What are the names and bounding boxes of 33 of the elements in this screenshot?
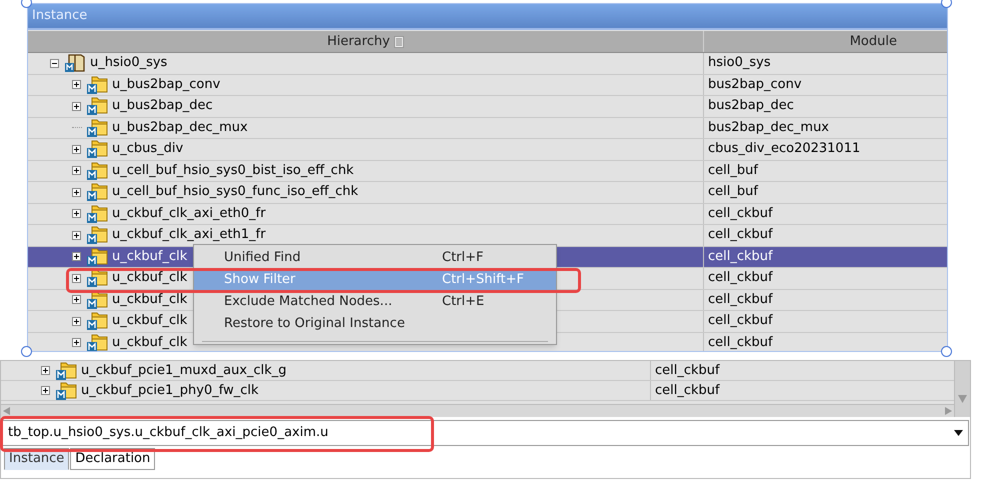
instance-name: u_bus2bap_dec_mux [112,120,248,135]
instance-name: u_ckbuf_pcie1_phy0_fw_clk [81,382,258,400]
module-name: cell_buf [707,162,760,180]
instance-name: u_ckbuf_clk [112,336,188,350]
module-name: bus2bap_dec_mux [707,118,830,137]
instance-name: u_hsio0_sys [90,56,168,70]
panel-title: Instance [32,7,88,26]
instance-name: u_ckbuf_clk_axi_eth1_fr [112,228,266,242]
module-name: hsio0_sys [707,54,772,72]
instance-name: u_ckbuf_clk [112,250,188,264]
module-name: cell_ckbuf [654,362,721,380]
module-name: bus2bap_conv [707,76,803,94]
module-name: cell_ckbuf [707,204,774,223]
module-name: bus2bap_dec [707,97,795,116]
instance-name: u_cbus_div [112,142,184,156]
module-name: cell_ckbuf [707,269,774,288]
module-name: cell_ckbuf [707,290,774,309]
module-name: cell_ckbuf [707,312,774,330]
module-name: cbus_div_eco20231011 [707,140,862,158]
instance-name: u_ckbuf_clk_axi_eth0_fr [112,206,266,221]
module-name: cell_ckbuf [707,248,774,266]
instance-name: u_ckbuf_clk [112,292,188,307]
instance-name: u_cell_buf_hsio_sys0_bist_iso_eff_chk [112,164,354,178]
module-name: cell_ckbuf [707,334,774,351]
module-name: cell_ckbuf [654,382,721,400]
instance-name: u_ckbuf_pcie1_muxd_aux_clk_g [81,362,287,380]
module-name: cell_buf [707,183,760,202]
instance-name: u_bus2bap_conv [112,78,220,92]
instance-name: u_ckbuf_clk [112,314,188,328]
instance-name: u_ckbuf_clk [112,271,188,286]
instance-name: u_bus2bap_dec [112,99,213,114]
module-name: cell_ckbuf [707,226,774,244]
instance-name: u_cell_buf_hsio_sys0_func_iso_eff_chk [112,185,358,200]
